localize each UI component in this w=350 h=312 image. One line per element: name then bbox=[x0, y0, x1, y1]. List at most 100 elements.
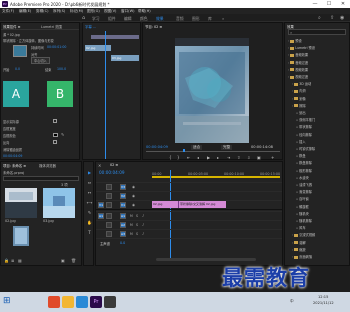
effects-tree-item[interactable]: ▫带状擦除 bbox=[296, 124, 312, 129]
alignment-select[interactable]: 中心切入 bbox=[31, 57, 50, 64]
tab-media-browser[interactable]: 媒体浏览器 bbox=[39, 163, 56, 168]
ec-timecode[interactable]: 00:00:04:09 bbox=[3, 154, 22, 158]
track-target-a2[interactable]: A2 bbox=[120, 222, 126, 228]
clock-date[interactable]: 2021/11/12 bbox=[313, 301, 334, 305]
work-area-bar[interactable] bbox=[152, 176, 280, 178]
workspace-more-button[interactable]: » bbox=[222, 16, 224, 21]
effects-tree-item[interactable]: › 缩放 bbox=[292, 247, 306, 252]
eye-icon-v3[interactable]: ◉ bbox=[132, 185, 135, 189]
menu-graphics[interactable]: 图形(G) bbox=[87, 9, 100, 14]
end-value[interactable]: 100.0 bbox=[57, 67, 66, 71]
taskbar-file-explorer-icon[interactable] bbox=[62, 296, 74, 308]
menu-sequence[interactable]: 序列(S) bbox=[53, 9, 65, 14]
menu-file[interactable]: 文件(F) bbox=[2, 9, 14, 14]
effects-tree-item[interactable]: › 内滑 bbox=[292, 88, 306, 93]
track-lock-a3[interactable] bbox=[106, 231, 112, 237]
play-icon[interactable]: ▶ bbox=[207, 155, 210, 160]
effects-tree-item[interactable]: › 视频效果 bbox=[288, 67, 308, 72]
playhead-line[interactable] bbox=[105, 31, 106, 159]
effects-tree-item[interactable]: ▫油漆飞溅 bbox=[296, 182, 312, 187]
effects-tree-item[interactable]: › 预设 bbox=[288, 38, 302, 43]
border-color-swatch[interactable] bbox=[53, 133, 58, 137]
export-frame-icon[interactable]: ▣ bbox=[257, 155, 261, 160]
master-volume-value[interactable]: 0.0 bbox=[120, 241, 125, 245]
close-icon[interactable]: ✕ bbox=[98, 163, 101, 168]
icon-view-icon[interactable]: ▦ bbox=[18, 258, 22, 263]
quality-select[interactable]: 完整 bbox=[221, 145, 233, 150]
effects-tree-item[interactable]: ▫螺旋框 bbox=[296, 204, 309, 209]
extract-icon[interactable]: ⇩ bbox=[247, 155, 250, 160]
clip-b-bar[interactable]: 03.jpg bbox=[111, 55, 139, 61]
solo-button-a1[interactable]: S bbox=[136, 214, 138, 218]
eye-icon-v2[interactable]: ◉ bbox=[132, 194, 135, 198]
menu-clip[interactable]: 剪辑(C) bbox=[36, 9, 49, 14]
list-view-icon[interactable]: ≣ bbox=[11, 258, 14, 263]
program-scrubber[interactable] bbox=[146, 151, 280, 152]
clip-v1-02[interactable]: 02.jpg bbox=[152, 201, 178, 208]
taskbar-app-red-icon[interactable] bbox=[48, 296, 60, 308]
effects-tree-item[interactable]: ▫插入 bbox=[296, 139, 306, 144]
home-icon[interactable]: ⌂ bbox=[82, 15, 85, 21]
project-search-input[interactable] bbox=[3, 176, 79, 181]
timeline-timecode[interactable]: 00:00:04:09 bbox=[99, 170, 125, 175]
effects-tree-item[interactable]: ▫棋盘 bbox=[296, 153, 306, 158]
lift-icon[interactable]: ⇧ bbox=[237, 155, 240, 160]
menu-view[interactable]: 视图(V) bbox=[104, 9, 116, 14]
thumbnail-sequence[interactable] bbox=[13, 226, 29, 246]
slip-tool-icon[interactable]: ⟷ bbox=[86, 200, 93, 206]
effects-tree-item[interactable]: ▫水波块 bbox=[296, 175, 309, 180]
solo-button-a2[interactable]: S bbox=[136, 223, 138, 227]
mute-button-a2[interactable]: M bbox=[130, 223, 133, 227]
mic-icon-a3[interactable]: ♪ bbox=[142, 232, 144, 236]
source-patch-a1[interactable]: A1 bbox=[98, 213, 104, 219]
track-lock-a1[interactable] bbox=[106, 213, 112, 219]
effects-tree-item[interactable]: › 划像 bbox=[292, 96, 306, 101]
tab-captions[interactable]: 字幕 … bbox=[85, 24, 96, 29]
trash-icon[interactable]: 🗑 bbox=[71, 258, 76, 263]
solo-button-a3[interactable]: S bbox=[136, 232, 138, 236]
effects-tree-item[interactable]: ▫双侧平推门 bbox=[296, 117, 315, 122]
menu-help[interactable]: 帮助(H) bbox=[138, 9, 151, 14]
effects-tree-item[interactable]: › 音频效果 bbox=[288, 52, 308, 57]
tab-program[interactable]: 节目: 02 ≡ bbox=[145, 24, 162, 29]
maximize-button[interactable]: ☐ bbox=[322, 0, 336, 8]
taskbar-edge-icon[interactable] bbox=[76, 296, 88, 308]
effects-tree-item[interactable]: › 页面剥落 bbox=[292, 254, 312, 259]
mic-icon-a2[interactable]: ♪ bbox=[142, 223, 144, 227]
thumbnail-03[interactable] bbox=[43, 188, 75, 218]
mute-button-a3[interactable]: M bbox=[130, 232, 133, 236]
new-item-icon[interactable]: ▣ bbox=[61, 258, 65, 263]
eyedropper-icon[interactable]: ✎ bbox=[61, 132, 64, 137]
quick-export-icon[interactable]: ⇪ bbox=[330, 15, 334, 21]
menu-window[interactable]: 窗口(W) bbox=[121, 9, 135, 14]
reverse-checkbox[interactable] bbox=[53, 140, 57, 144]
effects-tree-item[interactable]: ▫时钟式擦除 bbox=[296, 146, 315, 151]
step-back-icon[interactable]: ◂ bbox=[197, 155, 199, 160]
effects-tree-item[interactable]: › 溶解 bbox=[292, 240, 306, 245]
effects-tree-item[interactable]: ▫渐变擦除 bbox=[296, 189, 312, 194]
effects-tree-item[interactable]: › 擦除 bbox=[292, 103, 306, 108]
effects-tree-item[interactable]: › 视频过渡 bbox=[288, 74, 308, 79]
effects-tree-item[interactable]: ▫划出 bbox=[296, 110, 306, 115]
search-icon[interactable]: ⌕ bbox=[318, 15, 321, 21]
mute-button-a1[interactable]: M bbox=[130, 214, 133, 218]
taskbar-app-icon[interactable] bbox=[104, 296, 116, 308]
pen-tool-icon[interactable]: ✎ bbox=[86, 210, 93, 216]
effects-tree-item[interactable]: › 3D 运动 bbox=[292, 81, 311, 86]
tab-sequence-02[interactable]: 02 ≡ bbox=[110, 163, 118, 167]
timeline-zoom-scrollbar[interactable] bbox=[156, 258, 256, 261]
track-lock-a2[interactable] bbox=[106, 222, 112, 228]
minimize-button[interactable]: — bbox=[308, 0, 322, 8]
menu-marker[interactable]: 标记(M) bbox=[70, 9, 83, 14]
track-target-v3[interactable]: V3 bbox=[120, 184, 126, 190]
track-select-tool-icon[interactable]: ⇔ bbox=[86, 180, 93, 186]
track-target-a1[interactable]: A1 bbox=[120, 213, 126, 219]
selection-tool-icon[interactable]: ▶ bbox=[86, 170, 93, 176]
effects-search-input[interactable] bbox=[288, 29, 346, 35]
effects-tree-item[interactable]: › 沉浸式视频 bbox=[292, 232, 315, 237]
transition-bar[interactable] bbox=[91, 35, 139, 39]
input-language[interactable]: 中 bbox=[290, 299, 294, 304]
thumbnail-02[interactable] bbox=[5, 188, 37, 218]
track-lock-v1[interactable] bbox=[106, 202, 112, 208]
track-target-v1[interactable]: V1 bbox=[120, 202, 126, 208]
